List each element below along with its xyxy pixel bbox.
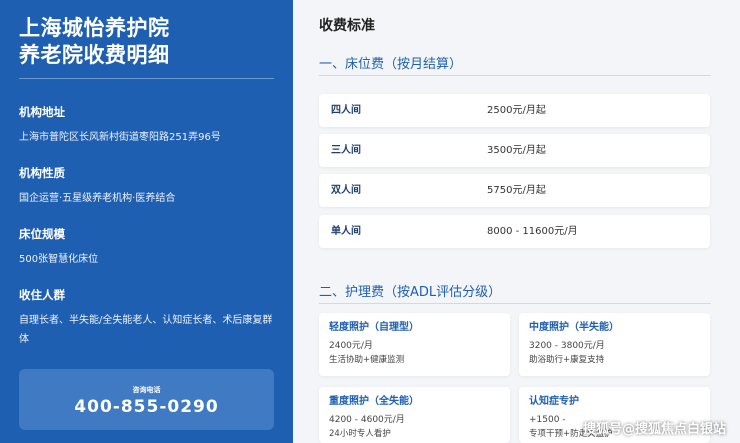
care-card-name: 认知症专护 xyxy=(529,396,579,407)
bed-row-name: 三人间 xyxy=(331,145,361,156)
sidebar-divider xyxy=(19,78,274,79)
nature-value: 国企运营·五星级养老机构·医养结合 xyxy=(19,193,176,204)
care-card-price: 4200 - 4600元/月 xyxy=(329,415,405,425)
sidebar-title-line1: 上海城怡养护院 xyxy=(19,16,170,40)
care-card-desc: 24小时专人看护 xyxy=(329,429,391,439)
care-card-price: 3200 - 3800元/月 xyxy=(529,341,605,351)
bed-row-name: 双人间 xyxy=(331,185,361,196)
page-title: 收费标准 xyxy=(319,18,375,34)
contact-box[interactable]: 咨询电话 400-855-0290 xyxy=(19,369,274,430)
care-fee-divider xyxy=(319,303,711,304)
bed-row-price: 3500元/月起 xyxy=(487,145,546,156)
residents-block: 收住人群 自理长者、半失能/全失能老人、认知症长者、术后康复群体 xyxy=(19,287,279,349)
bed-row-double: 双人间 5750元/月起 xyxy=(319,174,710,207)
care-fee-heading: 二、护理费（按ADL评估分级） xyxy=(319,285,502,300)
bed-fee-heading: 一、床位费（按月结算） xyxy=(319,57,463,72)
bed-row-price: 2500元/月起 xyxy=(487,105,546,116)
fee-panel: 收费标准 一、床位费（按月结算） 四人间 2500元/月起 三人间 3500元/… xyxy=(293,0,740,443)
nature-label: 机构性质 xyxy=(19,166,65,180)
bed-row-three: 三人间 3500元/月起 xyxy=(319,134,710,167)
care-card-name: 重度照护（全失能） xyxy=(329,396,419,407)
bed-row-name: 四人间 xyxy=(331,105,361,116)
bed-row-price: 8000 - 11600元/月 xyxy=(487,226,578,237)
bed-fee-divider xyxy=(319,75,711,76)
watermark: 搜狐号@搜狐焦点白银站 xyxy=(582,422,726,437)
bed-row-name: 单人间 xyxy=(331,226,361,237)
care-card-name: 轻度照护（自理型） xyxy=(329,322,419,333)
address-block: 机构地址 上海市普陀区长风新村街道枣阳路251弄96号 xyxy=(19,104,279,147)
contact-phone[interactable]: 400-855-0290 xyxy=(19,397,274,417)
care-card-price: 2400元/月 xyxy=(329,341,373,351)
sidebar-title: 上海城怡养护院 养老院收费明细 xyxy=(19,0,274,69)
nature-block: 机构性质 国企运营·五星级养老机构·医养结合 xyxy=(19,165,279,208)
residents-label: 收住人群 xyxy=(19,288,65,302)
info-sidebar: 上海城怡养护院 养老院收费明细 机构地址 上海市普陀区长风新村街道枣阳路251弄… xyxy=(0,0,293,443)
care-card-heavy: 重度照护（全失能） 4200 - 4600元/月 24小时专人看护 xyxy=(319,387,510,443)
beds-value: 500张智慧化床位 xyxy=(19,254,99,265)
care-card-desc: 生活协助+健康监测 xyxy=(329,355,405,365)
beds-label: 床位规模 xyxy=(19,227,65,241)
sidebar-title-line2: 养老院收费明细 xyxy=(19,43,170,67)
address-value: 上海市普陀区长风新村街道枣阳路251弄96号 xyxy=(19,132,221,143)
care-card-light: 轻度照护（自理型） 2400元/月 生活协助+健康监测 xyxy=(319,313,510,376)
beds-block: 床位规模 500张智慧化床位 xyxy=(19,226,279,269)
residents-value: 自理长者、半失能/全失能老人、认知症长者、术后康复群体 xyxy=(19,315,273,345)
care-card-name: 中度照护（半失能） xyxy=(529,322,619,333)
bed-row-price: 5750元/月起 xyxy=(487,185,546,196)
bed-row-four: 四人间 2500元/月起 xyxy=(319,94,710,127)
care-card-desc: 助浴助行+康复支持 xyxy=(529,355,605,365)
care-card-moderate: 中度照护（半失能） 3200 - 3800元/月 助浴助行+康复支持 xyxy=(519,313,710,376)
bed-row-single: 单人间 8000 - 11600元/月 xyxy=(319,215,710,248)
contact-label: 咨询电话 xyxy=(132,386,161,394)
address-label: 机构地址 xyxy=(19,105,65,119)
